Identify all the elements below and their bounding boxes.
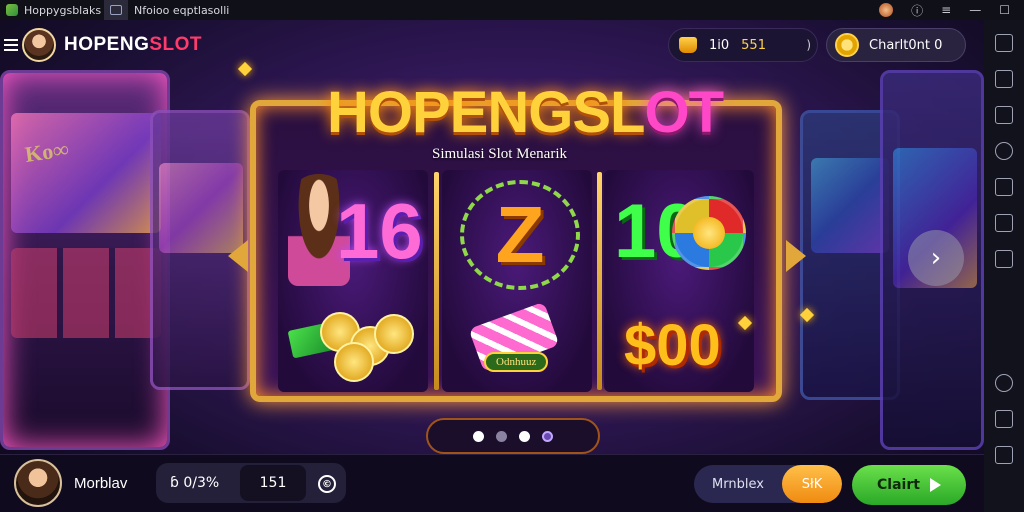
stat-a: ɓ 0/3% [170, 475, 220, 491]
hamburger-menu-icon[interactable] [4, 39, 18, 51]
frame-left-ornament-icon [228, 240, 248, 272]
settings-icon[interactable] [995, 34, 1013, 52]
coin-icon [334, 342, 374, 382]
balance-value-a: 1i0 [709, 37, 730, 53]
symbol-number-1: 16 [336, 187, 423, 275]
bg-machine-screen: Ko∞ [11, 113, 161, 233]
banner-title: HOPENGSLOT [305, 78, 745, 148]
spin-label: Clairt [877, 477, 920, 493]
carousel-dot[interactable] [496, 430, 507, 442]
mode-button[interactable]: Mrnblex [694, 465, 782, 503]
bg-machine-art: Ko∞ [23, 136, 71, 167]
fullscreen-icon[interactable] [995, 70, 1013, 88]
maximize-icon[interactable]: ☐ [999, 3, 1010, 17]
carousel-dots [426, 418, 600, 454]
tab-home[interactable] [104, 0, 128, 20]
bg-slot-machine-left: Ko∞ [0, 70, 170, 450]
coin-label: Charlt0nt 0 [869, 37, 943, 53]
banner-title-main: HOPENGSL [326, 80, 645, 145]
tab-label: Nfoioo eqptlasolli [134, 3, 230, 17]
banner-title-end: T [688, 80, 724, 145]
coin-display[interactable]: Charlt0nt 0 [826, 28, 966, 62]
brand-logo: HOPENGSLOT [64, 34, 202, 56]
emulator-sidebar [984, 20, 1024, 512]
symbol-money: $00 [624, 313, 721, 378]
auto-button[interactable]: SłK [782, 465, 842, 503]
stat-b: 151 [240, 465, 306, 501]
player-avatar[interactable] [14, 459, 62, 507]
coins-cash-icon [287, 312, 418, 384]
profile-icon[interactable] [879, 3, 894, 17]
window-controls: ⓘ ≡ — ☐ [879, 2, 1024, 19]
play-icon [929, 478, 941, 492]
mode-toggle: Mrnblex SłK [694, 465, 842, 503]
rotate-icon[interactable] [995, 446, 1013, 464]
carousel-dot-active[interactable] [542, 430, 553, 442]
carousel-dot[interactable] [519, 430, 530, 442]
balance-display[interactable]: 1i0 551 ) [668, 28, 818, 62]
casino-chip-icon [672, 196, 746, 270]
expand-icon[interactable] [995, 410, 1013, 428]
symbol-letter: Z [460, 180, 580, 290]
bottom-bar: Morblav ɓ 0/3% 151 © Mrnblex SłK Clairt [0, 454, 984, 512]
info-icon[interactable] [995, 374, 1013, 392]
screenshot-icon[interactable] [995, 106, 1013, 124]
minimize-icon[interactable]: — [969, 3, 981, 17]
reel-divider [434, 172, 439, 390]
ticket-symbol-icon: Odnhuuz [464, 301, 574, 378]
bg-machine-screen [811, 158, 889, 253]
balance-expand-icon[interactable]: ) [806, 38, 817, 52]
app-window: Hoppygsblaks Nfoioo eqptlasolli ⓘ ≡ — ☐ … [0, 0, 1024, 512]
player-name: Morblav [74, 475, 128, 492]
bg-machine-reels [11, 248, 161, 338]
next-slide-button[interactable]: › [908, 230, 964, 286]
info-icon[interactable]: © [318, 475, 336, 493]
money-bag-icon [679, 37, 697, 53]
coin-icon [835, 33, 859, 57]
brand-accent: SLOT [149, 34, 203, 55]
reel-divider [597, 172, 602, 390]
frame-right-ornament-icon [786, 240, 806, 272]
coin-icon [374, 314, 414, 354]
brand-main: HOPENG [64, 34, 150, 55]
location-icon[interactable] [995, 142, 1013, 160]
media-icon[interactable] [995, 178, 1013, 196]
banner-title-accent: O [644, 80, 689, 145]
help-icon[interactable]: ⓘ [911, 2, 923, 19]
folder-icon[interactable] [995, 214, 1013, 232]
app-header: HOPENGSLOT 1i0 551 ) Charlt0nt 0 [0, 20, 984, 70]
tab-current[interactable]: Nfoioo eqptlasolli [128, 0, 235, 20]
ticket-label: Odnhuuz [484, 352, 549, 372]
app-icon [6, 4, 18, 16]
balance-value-b: 551 [741, 37, 766, 53]
window-icon [110, 5, 122, 15]
window-icon[interactable] [995, 250, 1013, 268]
window-titlebar: Hoppygsblaks Nfoioo eqptlasolli ⓘ ≡ — ☐ [0, 0, 1024, 20]
app-tab[interactable]: Hoppygsblaks [0, 0, 104, 20]
carousel-dot[interactable] [473, 430, 484, 442]
app-name: Hoppygsblaks [24, 3, 102, 17]
menu-icon[interactable]: ≡ [941, 3, 951, 17]
avatar[interactable] [22, 28, 56, 62]
spin-button[interactable]: Clairt [852, 465, 966, 505]
banner-subtitle: Simulasi Slot Menarik [432, 146, 567, 162]
